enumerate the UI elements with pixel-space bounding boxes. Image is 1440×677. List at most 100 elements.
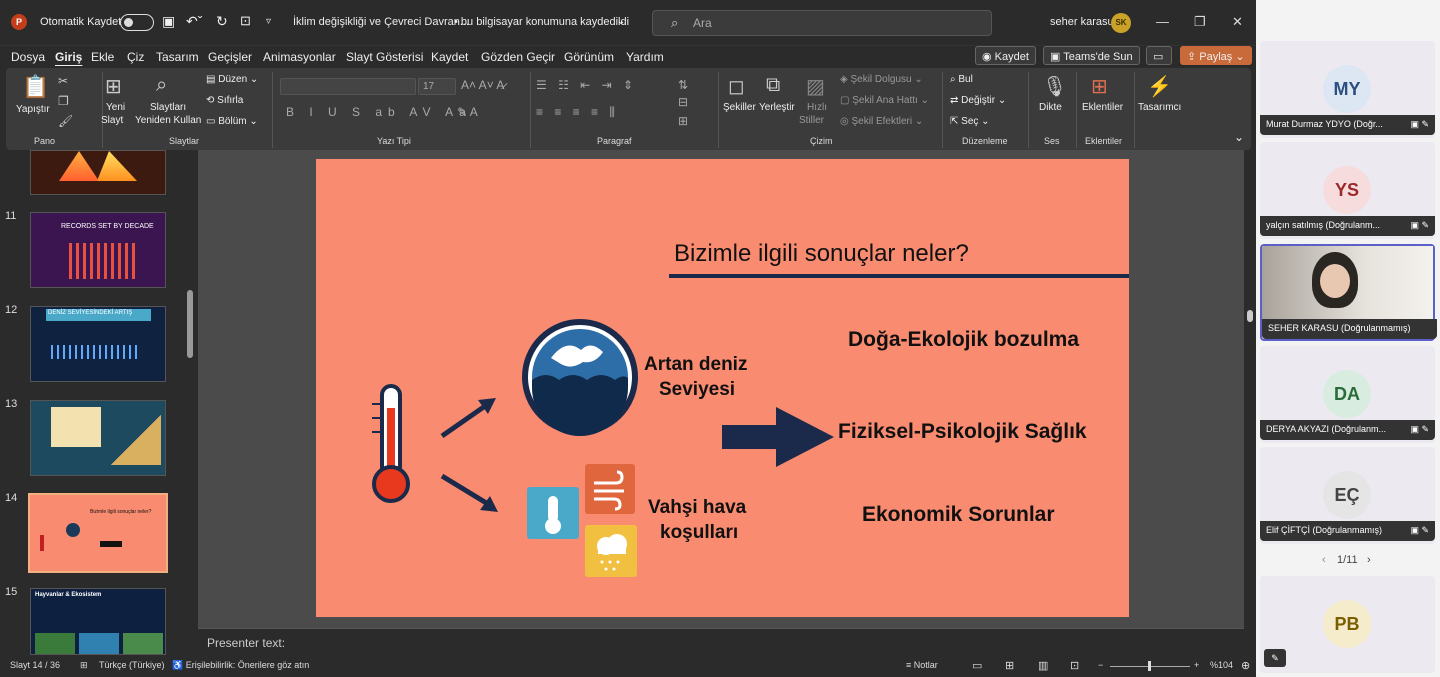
pager-prev-icon[interactable]: ‹ <box>1322 554 1326 566</box>
fit-slide-icon[interactable]: ⊕ <box>1241 659 1250 672</box>
select-button[interactable]: ⇱ Seç ⌄ <box>950 116 990 127</box>
copy-icon[interactable]: ❐ <box>58 94 69 108</box>
sea-level-text-1[interactable]: Artan deniz <box>644 354 747 376</box>
slide-sorter-icon[interactable]: ⊞ <box>1005 659 1014 672</box>
highlight-icon[interactable]: ✎ A <box>457 105 478 119</box>
reuse-slides-icon[interactable]: ⌕ <box>156 74 167 97</box>
shapes-icon[interactable]: ◻ <box>728 74 745 99</box>
font-grow-icon[interactable]: A˄ A˅ A̷ <box>461 78 504 92</box>
menu-ekle[interactable]: Ekle <box>91 50 114 64</box>
thumbnail-slide-13[interactable] <box>30 400 166 476</box>
customize-qat-icon[interactable]: ▿ <box>266 16 271 27</box>
user-name[interactable]: seher karasu <box>1050 16 1114 28</box>
menu-gecisler[interactable]: Geçişler <box>208 50 252 64</box>
thumbnail-slide-14-selected[interactable]: Bizimle ilgili sonuçlar neler? <box>28 493 168 573</box>
menu-ciz[interactable]: Çiz <box>127 50 144 64</box>
sea-level-text-2[interactable]: Seviyesi <box>659 379 735 401</box>
normal-view-icon[interactable]: ▭ <box>972 659 982 672</box>
ribbon-collapse-icon[interactable]: ⌄ <box>1234 130 1244 144</box>
zoom-slider-thumb[interactable] <box>1148 661 1151 671</box>
reuse-label-2[interactable]: Yeniden Kullan <box>135 115 201 126</box>
zoom-out-icon[interactable]: − <box>1098 660 1103 670</box>
layout-button[interactable]: ▤ Düzen ⌄ <box>206 74 258 85</box>
participant-tile[interactable]: MY Murat Durmaz YDYO (Doğr... ▣ ✎ <box>1260 41 1435 138</box>
arrange-icon[interactable]: ⧉ <box>766 74 780 97</box>
format-painter-icon[interactable]: 🖌 <box>58 114 73 128</box>
menu-gorunum[interactable]: Görünüm <box>564 50 614 64</box>
consequence-economy[interactable]: Ekonomik Sorunlar <box>862 503 1055 527</box>
slide-title[interactable]: Bizimle ilgili sonuçlar neler? <box>674 240 969 268</box>
reading-view-icon[interactable]: ▥ <box>1038 659 1048 672</box>
redo-icon[interactable]: ↻ <box>216 13 228 30</box>
notes-pane[interactable]: Presenter text: <box>198 628 1244 656</box>
dictate-button[interactable]: Dikte <box>1039 102 1062 113</box>
shape-outline-button[interactable]: ▢ Şekil Ana Hattı ⌄ <box>840 95 929 106</box>
paste-button[interactable]: Yapıştır <box>16 104 50 115</box>
participant-tile[interactable]: PB ✎ <box>1260 576 1435 673</box>
smartart-icon[interactable]: ⊞ <box>678 114 688 128</box>
replace-button[interactable]: ⇄ Değiştir ⌄ <box>950 95 1006 106</box>
font-size-dropdown[interactable]: 17 <box>418 78 456 95</box>
menu-slayt-gosterisi[interactable]: Slayt Gösterisi <box>346 50 423 64</box>
menu-kaydet[interactable]: Kaydet <box>431 50 468 64</box>
pager-next-icon[interactable]: › <box>1367 554 1371 566</box>
sea-level-globe-icon[interactable] <box>521 318 639 436</box>
shapes-button[interactable]: Şekiller <box>723 102 756 113</box>
zoom-level[interactable]: %104 <box>1210 660 1233 670</box>
accessibility-status[interactable]: ♿ Erişilebilirlik: Önerilere göz atın <box>172 660 309 671</box>
slide-scrollbar[interactable] <box>1244 150 1256 628</box>
participant-tile[interactable]: DA DERYA AKYAZI (Doğrulanm... ▣ ✎ <box>1260 346 1435 443</box>
menu-animasyonlar[interactable]: Animasyonlar <box>263 50 336 64</box>
user-avatar[interactable]: SK <box>1111 13 1131 33</box>
font-name-dropdown[interactable] <box>280 78 416 95</box>
quick-styles-icon[interactable]: ▨ <box>806 74 825 99</box>
find-button[interactable]: ⌕ Bul <box>950 74 973 85</box>
wild-weather-text-1[interactable]: Vahşi hava <box>648 497 746 519</box>
language-status[interactable]: Türkçe (Türkiye) <box>99 660 165 670</box>
autosave-toggle[interactable] <box>120 14 154 31</box>
thermometer-icon[interactable] <box>366 382 416 506</box>
search-box[interactable]: ⌕ Ara <box>652 10 992 36</box>
align-text-icon[interactable]: ⊟ <box>678 95 688 109</box>
reuse-label-1[interactable]: Slaytları <box>150 102 186 113</box>
save-status[interactable]: • bu bilgisayar konumuna kaydedildi <box>454 16 629 28</box>
addins-icon[interactable]: ⊞ <box>1091 74 1108 99</box>
wild-weather-text-2[interactable]: koşulları <box>660 522 738 544</box>
consequence-ecology[interactable]: Doğa-Ekolojik bozulma <box>848 328 1079 352</box>
quick-styles-label-2[interactable]: Stiller <box>799 115 824 126</box>
participant-tile[interactable]: EÇ Elif ÇİFTÇİ (Doğrulanmamış) ▣ ✎ <box>1260 447 1435 544</box>
record-button[interactable]: ◉ Kaydet <box>975 46 1036 65</box>
undo-icon[interactable]: ↶ˇ <box>186 13 202 30</box>
slide-counter[interactable]: Slayt 14 / 36 <box>10 660 60 670</box>
microphone-icon[interactable]: 🎙 <box>1042 74 1067 99</box>
comments-button[interactable]: ▭ <box>1146 46 1172 65</box>
slideshow-view-icon[interactable]: ⊡ <box>1070 659 1079 672</box>
new-slide-label-1[interactable]: Yeni <box>106 102 125 113</box>
menu-tasarim[interactable]: Tasarım <box>156 50 199 64</box>
align-buttons[interactable]: ≡ ≡ ≡ ≡ ⫼ <box>536 105 619 120</box>
present-icon[interactable]: ⊡ <box>240 13 251 29</box>
close-icon[interactable]: ✕ <box>1232 14 1243 30</box>
reset-button[interactable]: ⟲ Sıfırla <box>206 95 243 106</box>
menu-gozden-gecir[interactable]: Gözden Geçir <box>481 50 555 64</box>
rain-weather-icon[interactable] <box>584 524 638 578</box>
quick-styles-label-1[interactable]: Hızlı <box>807 102 827 113</box>
thumbnail-scroll-thumb[interactable] <box>187 290 193 358</box>
new-slide-label-2[interactable]: Slayt <box>101 115 123 126</box>
spellcheck-icon[interactable]: ⊞ <box>80 660 88 671</box>
thumbnail-slide-11[interactable]: RECORDS SET BY DECADE <box>30 212 166 288</box>
minimize-icon[interactable]: — <box>1156 14 1169 29</box>
shape-effects-button[interactable]: ◎ Şekil Efektleri ⌄ <box>840 116 923 127</box>
save-icon[interactable]: ▣ <box>162 13 175 30</box>
thumbnail-scrollbar[interactable] <box>183 150 195 655</box>
consequence-health[interactable]: Fiziksel-Psikolojik Sağlık <box>838 420 1087 444</box>
list-buttons[interactable]: ☰ ☷ ⇤ ⇥ ⇕ <box>536 78 637 92</box>
thumbnail-slide-10[interactable] <box>30 150 166 195</box>
zoom-in-icon[interactable]: + <box>1194 660 1199 670</box>
chevron-down-icon[interactable]: ⌄ <box>617 16 625 27</box>
share-button[interactable]: ⇪ Paylaş ⌄ <box>1180 46 1252 65</box>
cut-icon[interactable]: ✂ <box>58 74 68 88</box>
arrange-button[interactable]: Yerleştir <box>759 102 795 113</box>
participant-tile-active[interactable]: SEHER KARASU (Doğrulanmamış) <box>1260 244 1437 341</box>
new-slide-icon[interactable]: ⊞ <box>105 74 122 99</box>
